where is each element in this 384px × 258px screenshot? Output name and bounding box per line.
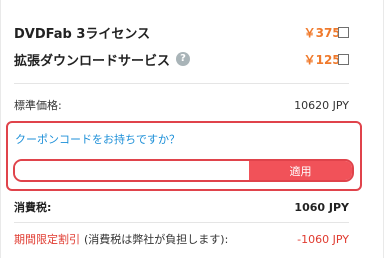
addon-row-download-service: 拡張ダウンロードサービス ? ￥1250 <box>14 48 349 70</box>
coupon-code-input[interactable] <box>15 161 249 180</box>
addon-row-licenses: DVDFab 3ライセンス ￥3750 <box>14 21 349 43</box>
order-summary-panel: DVDFab 3ライセンス ￥3750 拡張ダウンロードサービス ? ￥1250… <box>0 0 384 258</box>
coupon-section: クーポンコードをお持ちですか？ 適用 <box>6 121 362 191</box>
standard-price-value: 10620 JPY <box>294 98 349 112</box>
help-icon[interactable]: ? <box>176 52 191 66</box>
addon-checkbox-licenses[interactable] <box>338 27 349 38</box>
divider <box>14 222 349 223</box>
promo-discount-label: 期間限定割引 <box>14 233 80 246</box>
coupon-form: 適用 <box>13 159 354 182</box>
promo-discount-value: -1060 JPY <box>297 232 349 246</box>
addon-label-download-service: 拡張ダウンロードサービス <box>14 53 171 69</box>
promo-discount-note: (消費税は弊社が負担します): <box>84 233 229 246</box>
addon-checkbox-download-service[interactable] <box>338 54 349 65</box>
standard-price-label: 標準価格: <box>14 99 62 112</box>
coupon-link[interactable]: クーポンコードをお持ちですか？ <box>15 131 180 147</box>
apply-button[interactable]: 適用 <box>249 161 352 180</box>
standard-price-row: 標準価格: 10620 JPY <box>14 97 349 113</box>
tax-row: 消費税: 1060 JPY <box>14 199 349 215</box>
divider <box>14 83 349 84</box>
promo-discount-row: 期間限定割引 (消費税は弊社が負担します): -1060 JPY <box>14 231 349 247</box>
tax-label: 消費税: <box>14 201 52 214</box>
tax-value: 1060 JPY <box>294 200 349 214</box>
addon-label-licenses: DVDFab 3ライセンス <box>14 26 151 42</box>
